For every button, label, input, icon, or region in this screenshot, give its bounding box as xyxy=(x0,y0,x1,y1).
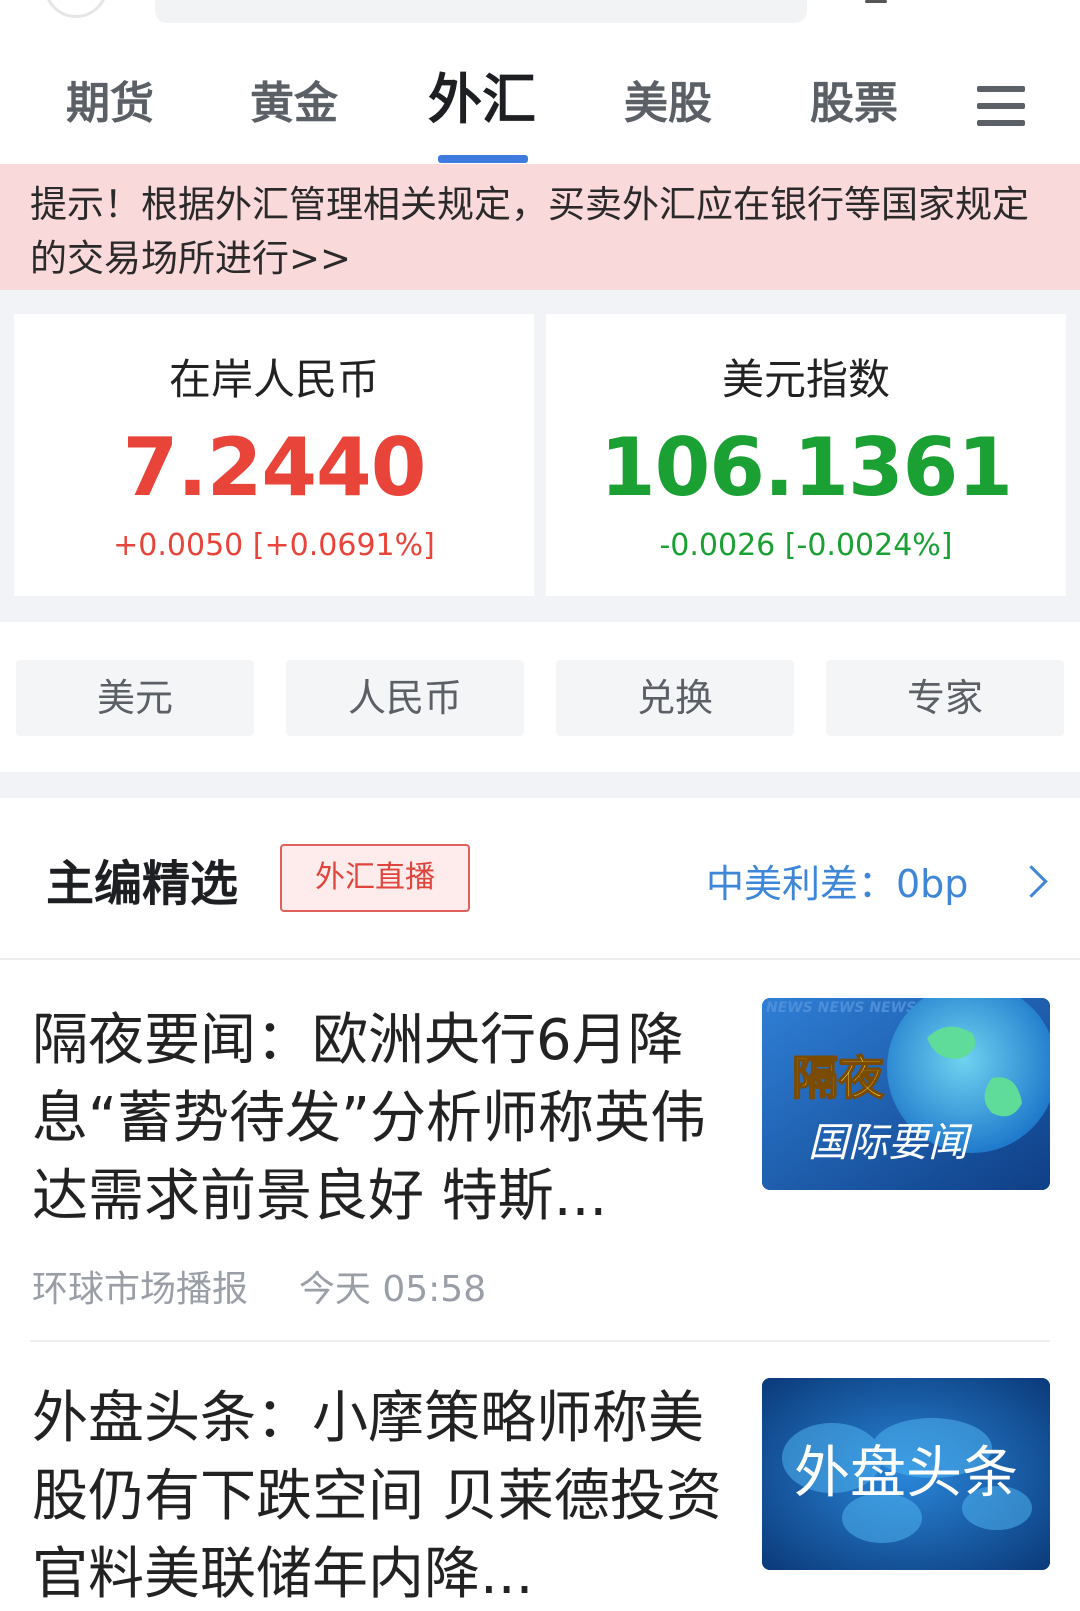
globe-news-image: NEWS NEWS NEWS NEWS 隔夜 国际要闻 xyxy=(762,998,1050,1190)
tab-stocks[interactable]: 股票 xyxy=(804,74,904,134)
menu-icon[interactable] xyxy=(977,86,1025,126)
chevron-right-icon[interactable] xyxy=(1015,865,1048,898)
world-map-news-image: 外盘头条 xyxy=(762,1378,1050,1570)
rate-spread-link[interactable]: 中美利差：0bp xyxy=(706,856,968,912)
news-thumbnail[interactable]: NEWS NEWS NEWS NEWS 隔夜 国际要闻 xyxy=(762,998,1050,1190)
tab-gold[interactable]: 黄金 xyxy=(244,74,344,134)
news-source: 环球市场播报 xyxy=(32,1269,249,1310)
tab-forex[interactable]: 外汇 xyxy=(420,70,544,130)
exchange-button[interactable]: 兑换 xyxy=(556,660,794,736)
quote-value: 106.1361 xyxy=(599,421,1013,514)
news-meta: 环球市场播报 今天 05:58 xyxy=(32,1266,486,1314)
active-tab-indicator xyxy=(438,155,528,163)
quote-name: 在岸人民币 xyxy=(168,355,379,404)
thumb-title-text: 隔夜 xyxy=(792,1051,885,1105)
news-item[interactable]: 外盘头条：小摩策略师称美股仍有下跌空间 贝莱德投资官料美联储年内降... 外盘头… xyxy=(0,1342,1080,1611)
top-right-icon[interactable] xyxy=(865,0,887,3)
quote-change: +0.0050 [+0.0691%] xyxy=(113,528,435,563)
quote-cards: 在岸人民币 7.2440 +0.0050 [+0.0691%] 美元指数 106… xyxy=(0,290,1080,622)
section-divider xyxy=(0,772,1080,798)
section-title: 主编精选 xyxy=(46,856,239,912)
forex-notice-banner[interactable]: 提示！根据外汇管理相关规定，买卖外汇应在银行等国家规定的交易场所进行>> xyxy=(0,164,1080,290)
market-tabs: 期货 黄金 外汇 美股 股票 xyxy=(0,60,1080,164)
expert-button[interactable]: 专家 xyxy=(826,660,1064,736)
avatar[interactable] xyxy=(44,0,108,18)
editor-picks-header: 主编精选 外汇直播 中美利差：0bp xyxy=(0,798,1080,960)
top-search-bar xyxy=(0,0,1080,28)
quote-value: 7.2440 xyxy=(122,421,427,514)
forex-live-button[interactable]: 外汇直播 xyxy=(280,844,470,912)
shortcut-bar: 美元 人民币 兑换 专家 xyxy=(0,622,1080,772)
quote-card-cny[interactable]: 在岸人民币 7.2440 +0.0050 [+0.0691%] xyxy=(14,314,534,596)
usd-button[interactable]: 美元 xyxy=(16,660,254,736)
tab-us-stocks[interactable]: 美股 xyxy=(618,74,718,134)
search-input[interactable] xyxy=(155,0,807,23)
news-time: 今天 05:58 xyxy=(298,1269,487,1310)
quote-name: 美元指数 xyxy=(721,355,890,404)
news-headline[interactable]: 隔夜要闻：欧洲央行6月降息“蓄势待发”分析师称英伟达需求前景良好 特斯... xyxy=(32,1002,732,1236)
quote-change: -0.0026 [-0.0024%] xyxy=(659,528,953,563)
tab-futures[interactable]: 期货 xyxy=(60,74,160,134)
quote-card-dxy[interactable]: 美元指数 106.1361 -0.0026 [-0.0024%] xyxy=(546,314,1066,596)
thumb-title-text: 外盘头条 xyxy=(794,1441,1018,1506)
news-headline[interactable]: 外盘头条：小摩策略师称美股仍有下跌空间 贝莱德投资官料美联储年内降... xyxy=(32,1380,732,1611)
news-item[interactable]: 隔夜要闻：欧洲央行6月降息“蓄势待发”分析师称英伟达需求前景良好 特斯... 环… xyxy=(0,960,1080,1342)
thumb-subtitle-text: 国际要闻 xyxy=(808,1120,973,1166)
news-thumbnail[interactable]: 外盘头条 xyxy=(762,1378,1050,1570)
rmb-button[interactable]: 人民币 xyxy=(286,660,524,736)
